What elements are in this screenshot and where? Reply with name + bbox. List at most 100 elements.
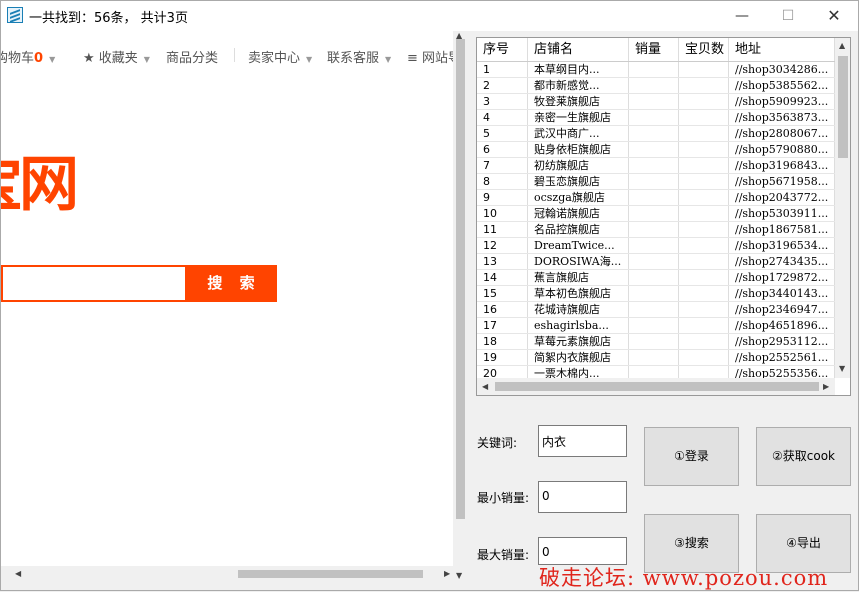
row-index: 2 [477,78,528,93]
row-shop-name: eshagirlsba... [528,318,629,333]
browser-horizontal-scrollbar[interactable]: ◀ ▶ [1,566,453,581]
header-shop-name[interactable]: 店铺名 [528,38,629,61]
scroll-thumb[interactable] [495,382,819,391]
scroll-up-icon[interactable]: ▲ [839,41,845,50]
table-body: 1 本草纲目内... //shop3034286... 2 都市新感觉... //shop… [477,62,835,378]
table-row[interactable]: 1 本草纲目内... //shop3034286... [477,62,835,78]
app-icon [7,7,23,23]
shop-results-table[interactable]: 序号 店铺名 销量 宝贝数 地址 1 本草纲目内... //shop3034286.… [476,37,851,396]
scroll-thumb[interactable] [456,39,465,519]
table-row[interactable]: 19 简絮内衣旗舰店 //shop2552561... [477,350,835,366]
row-address: //shop2346947... [729,302,835,317]
row-sales [629,142,679,157]
search-button[interactable]: 搜 索 [193,267,275,300]
chevron-down-icon: ▼ [143,55,150,64]
scroll-left-icon[interactable]: ◀ [482,382,488,391]
table-row[interactable]: 5 武汉中商广... //shop2808067... [477,126,835,142]
row-item-count [679,62,729,77]
nav-category[interactable]: 商品分类 [166,47,218,66]
table-row[interactable]: 17 eshagirlsba... //shop4651896... [477,318,835,334]
scroll-right-icon[interactable]: ▶ [823,382,829,391]
table-row[interactable]: 9 ocszga旗舰店 //shop2043772... [477,190,835,206]
minimize-button[interactable]: — [719,1,765,31]
title-bar: 一共找到：56条， 共计3页 — ☐ ✕ [1,1,858,31]
table-vertical-scrollbar[interactable]: ▲ ▼ [835,38,850,378]
login-button[interactable]: ①登录 [644,427,739,486]
max-sales-input[interactable]: 0 [538,537,627,565]
row-address: //shop1729872... [729,270,835,285]
embedded-browser: 购物车0▼ ★ 收藏夹▼ 商品分类 卖家中心▼ 联系客服▼ ≡ 网站导航 宝网 … [1,31,468,581]
scroll-right-icon[interactable]: ▶ [444,569,450,578]
maximize-button[interactable]: ☐ [765,1,811,31]
row-item-count [679,78,729,93]
row-shop-name: 一票木棉内... [528,366,629,378]
table-row[interactable]: 15 草本初色旗舰店 //shop3440143... [477,286,835,302]
row-shop-name: 武汉中商广... [528,126,629,141]
table-row[interactable]: 2 都市新感觉... //shop5385562... [477,78,835,94]
scroll-thumb[interactable] [838,56,848,158]
table-row[interactable]: 4 亲密一生旗舰店 //shop3563873... [477,110,835,126]
row-address: //shop5385562... [729,78,835,93]
row-index: 16 [477,302,528,317]
row-item-count [679,174,729,189]
get-cookie-button[interactable]: ②获取cook [756,427,851,486]
scroll-down-icon[interactable]: ▼ [456,571,462,580]
row-address: //shop3440143... [729,286,835,301]
cart-count: 0 [34,51,44,66]
table-row[interactable]: 6 贴身依柜旗舰店 //shop5790880... [477,142,835,158]
row-address: //shop3034286... [729,62,835,77]
table-row[interactable]: 10 冠翰诺旗舰店 //shop5303911... [477,206,835,222]
max-sales-label: 最大销量: [477,548,530,562]
browser-vertical-scrollbar[interactable]: ▲ ▼ [453,31,468,581]
min-sales-label: 最小销量: [477,491,530,505]
search-input[interactable] [3,267,185,300]
row-shop-name: 花城诗旗舰店 [528,302,629,317]
row-sales [629,158,679,173]
row-shop-name: 草本初色旗舰店 [528,286,629,301]
row-address: //shop2808067... [729,126,835,141]
row-item-count [679,286,729,301]
row-sales [629,366,679,378]
table-row[interactable]: 12 DreamTwice... //shop3196534... [477,238,835,254]
scroll-left-icon[interactable]: ◀ [15,569,21,578]
table-row[interactable]: 11 名品控旗舰店 //shop1867581... [477,222,835,238]
nav-favorites[interactable]: ★ 收藏夹 ▼ [83,47,150,66]
row-address: //shop5671958... [729,174,835,189]
table-row[interactable]: 18 草莓元素旗舰店 //shop2953112... [477,334,835,350]
row-item-count [679,110,729,125]
table-horizontal-scrollbar[interactable]: ◀ ▶ [477,378,835,395]
table-row[interactable]: 3 牧登莱旗舰店 //shop5909923... [477,94,835,110]
window-title: 一共找到：56条， 共计3页 [29,11,188,26]
service-label: 联系客服 [327,51,380,66]
row-shop-name: 冠翰诺旗舰店 [528,206,629,221]
scroll-thumb[interactable] [238,570,423,578]
table-row[interactable]: 13 DOROSIWA海... //shop2743435... [477,254,835,270]
row-index: 19 [477,350,528,365]
table-row[interactable]: 8 碧玉恋旗舰店 //shop5671958... [477,174,835,190]
row-index: 11 [477,222,528,237]
header-sales[interactable]: 销量 [629,38,679,61]
header-address[interactable]: 地址 [729,38,835,61]
row-sales [629,206,679,221]
nav-customer-service[interactable]: 联系客服 ▼ [327,47,391,66]
nav-cart[interactable]: 购物车0 ▼ [1,47,55,66]
table-row[interactable]: 7 初纺旗舰店 //shop3196843... [477,158,835,174]
table-row[interactable]: 20 一票木棉内... //shop5255356... [477,366,835,378]
nav-divider [234,48,235,62]
row-address: //shop2743435... [729,254,835,269]
header-index[interactable]: 序号 [477,38,528,61]
table-row[interactable]: 14 蕉言旗舰店 //shop1729872... [477,270,835,286]
row-address: //shop4651896... [729,318,835,333]
scroll-down-icon[interactable]: ▼ [839,364,845,373]
header-item-count[interactable]: 宝贝数 [679,38,729,61]
min-sales-input[interactable]: 0 [538,481,627,513]
table-row[interactable]: 16 花城诗旗舰店 //shop2346947... [477,302,835,318]
nav-seller-center[interactable]: 卖家中心 ▼ [248,47,312,66]
row-sales [629,190,679,205]
row-item-count [679,318,729,333]
row-index: 3 [477,94,528,109]
row-item-count [679,366,729,378]
keyword-input[interactable]: 内衣 [538,425,627,457]
close-button[interactable]: ✕ [811,1,857,31]
chevron-down-icon: ▼ [49,55,56,64]
